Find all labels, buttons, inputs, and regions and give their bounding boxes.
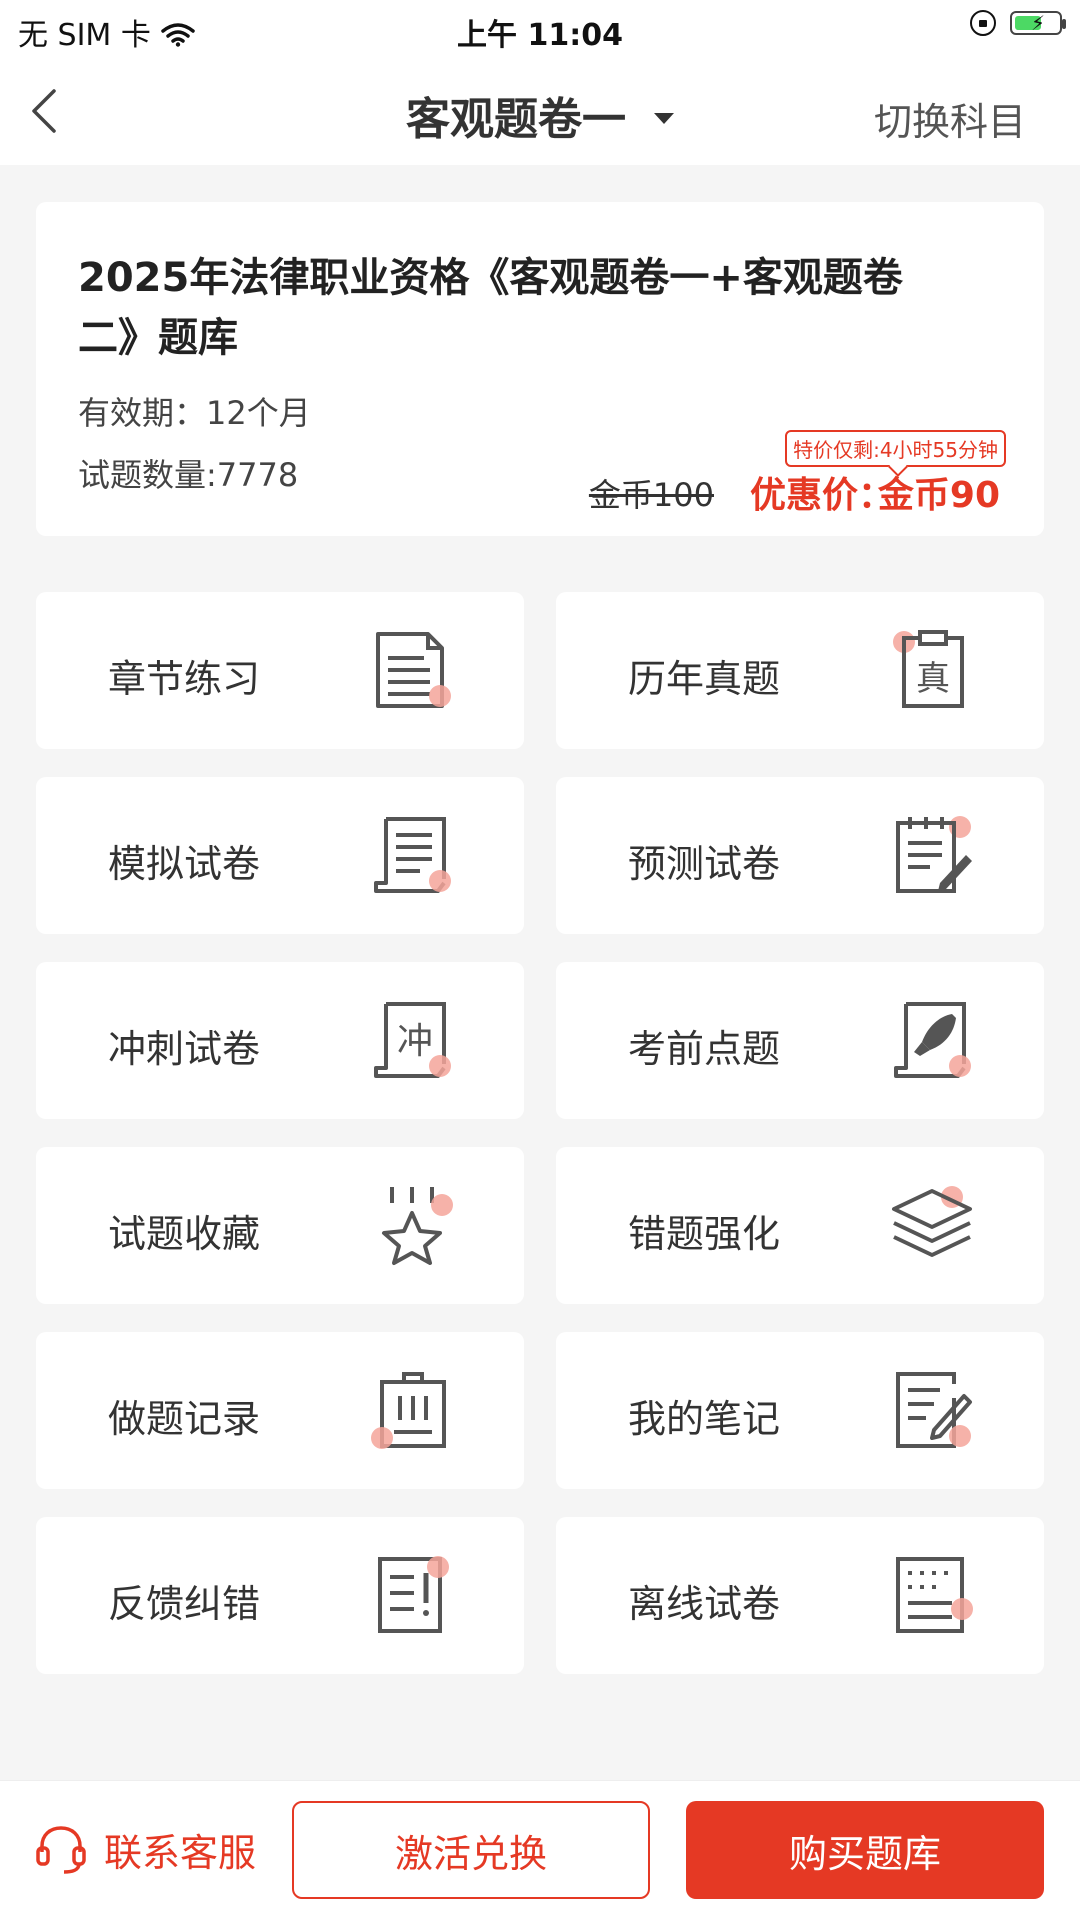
feature-grid: 章节练习 历年真题 真 模拟试卷 预测试卷 冲刺试卷 冲 考前点题 试题收藏 错… bbox=[36, 592, 1044, 1674]
headset-icon bbox=[36, 1826, 86, 1874]
activate-redeem-button[interactable]: 激活兑换 bbox=[292, 1801, 650, 1899]
clipboard-list-icon bbox=[371, 1372, 446, 1449]
buy-question-bank-button[interactable]: 购买题库 bbox=[686, 1801, 1044, 1899]
svg-text:真: 真 bbox=[916, 659, 950, 699]
tile-label: 模拟试卷 bbox=[108, 842, 261, 886]
tile-label: 章节练习 bbox=[108, 657, 261, 701]
status-bar: 无 SIM 卡 上午 11:04 ⚡ bbox=[0, 0, 1080, 55]
status-time: 上午 11:04 bbox=[457, 18, 623, 53]
clipboard-zhen-icon: 真 bbox=[893, 630, 964, 708]
note-pencil-icon bbox=[896, 1372, 972, 1448]
switch-subject-button[interactable]: 切换科目 bbox=[874, 91, 1026, 146]
tile-wrong-questions[interactable]: 错题强化 bbox=[556, 1147, 1044, 1304]
scroll-rocket-icon bbox=[894, 1002, 971, 1078]
tile-chapter-practice[interactable]: 章节练习 bbox=[36, 592, 524, 749]
tile-key-points[interactable]: 考前点题 bbox=[556, 962, 1044, 1119]
tile-feedback[interactable]: 反馈纠错 bbox=[36, 1517, 524, 1674]
promo-price: 金币90 bbox=[877, 475, 1000, 516]
promo-price-label: 优惠价： bbox=[749, 475, 894, 516]
course-title: 2025年法律职业资格《客观题卷一+客观题卷二》题库 bbox=[78, 255, 903, 361]
caret-down-icon bbox=[654, 112, 674, 124]
status-right: ⚡ bbox=[970, 10, 1066, 36]
battery-icon: ⚡ bbox=[1010, 11, 1066, 35]
tile-label: 试题收藏 bbox=[108, 1212, 261, 1256]
validity-text: 有效期：12个月 bbox=[78, 394, 311, 432]
tile-my-notes[interactable]: 我的笔记 bbox=[556, 1332, 1044, 1489]
course-info-card: 2025年法律职业资格《客观题卷一+客观题卷二》题库 有效期：12个月 试题数量… bbox=[36, 202, 1044, 536]
original-price: 金币100 bbox=[588, 476, 714, 514]
tile-label: 预测试卷 bbox=[628, 842, 781, 886]
tile-label: 反馈纠错 bbox=[108, 1582, 261, 1626]
orientation-lock-icon bbox=[970, 10, 996, 36]
tile-label: 离线试卷 bbox=[628, 1582, 781, 1626]
contact-service-label: 联系客服 bbox=[104, 1830, 257, 1875]
question-count-text: 试题数量:7778 bbox=[78, 456, 299, 494]
contact-service-button[interactable]: 联系客服 bbox=[34, 1819, 256, 1879]
tile-practice-history[interactable]: 做题记录 bbox=[36, 1332, 524, 1489]
star-icon bbox=[382, 1187, 453, 1265]
tile-offline-papers[interactable]: 离线试卷 bbox=[556, 1517, 1044, 1674]
notepad-pen-icon bbox=[896, 816, 972, 893]
offline-paper-icon bbox=[896, 1557, 973, 1633]
tile-label: 我的笔记 bbox=[628, 1397, 781, 1441]
tile-label: 做题记录 bbox=[108, 1397, 261, 1441]
nav-bar: 客观题卷一 切换科目 bbox=[0, 55, 1080, 165]
tile-label: 错题强化 bbox=[628, 1212, 781, 1256]
page-title: 客观题卷一 bbox=[406, 94, 626, 145]
tile-favorites[interactable]: 试题收藏 bbox=[36, 1147, 524, 1304]
tile-label: 历年真题 bbox=[628, 657, 781, 701]
tile-forecast-papers[interactable]: 预测试卷 bbox=[556, 777, 1044, 934]
svg-text:冲: 冲 bbox=[397, 1021, 433, 1062]
scroll-chong-icon: 冲 bbox=[374, 1002, 451, 1078]
tile-sprint-papers[interactable]: 冲刺试卷 冲 bbox=[36, 962, 524, 1119]
bottom-action-bar: 联系客服 激活兑换 购买题库 bbox=[0, 1780, 1080, 1921]
document-icon bbox=[376, 632, 451, 708]
scroll-paper-icon bbox=[374, 817, 451, 893]
tile-label: 考前点题 bbox=[628, 1027, 781, 1071]
tile-mock-papers[interactable]: 模拟试卷 bbox=[36, 777, 524, 934]
tile-past-exams[interactable]: 历年真题 真 bbox=[556, 592, 1044, 749]
layers-icon bbox=[892, 1186, 972, 1257]
countdown-badge: 特价仅剩:4小时55分钟 bbox=[785, 430, 1006, 467]
tile-label: 冲刺试卷 bbox=[108, 1027, 261, 1071]
report-icon bbox=[378, 1556, 449, 1633]
